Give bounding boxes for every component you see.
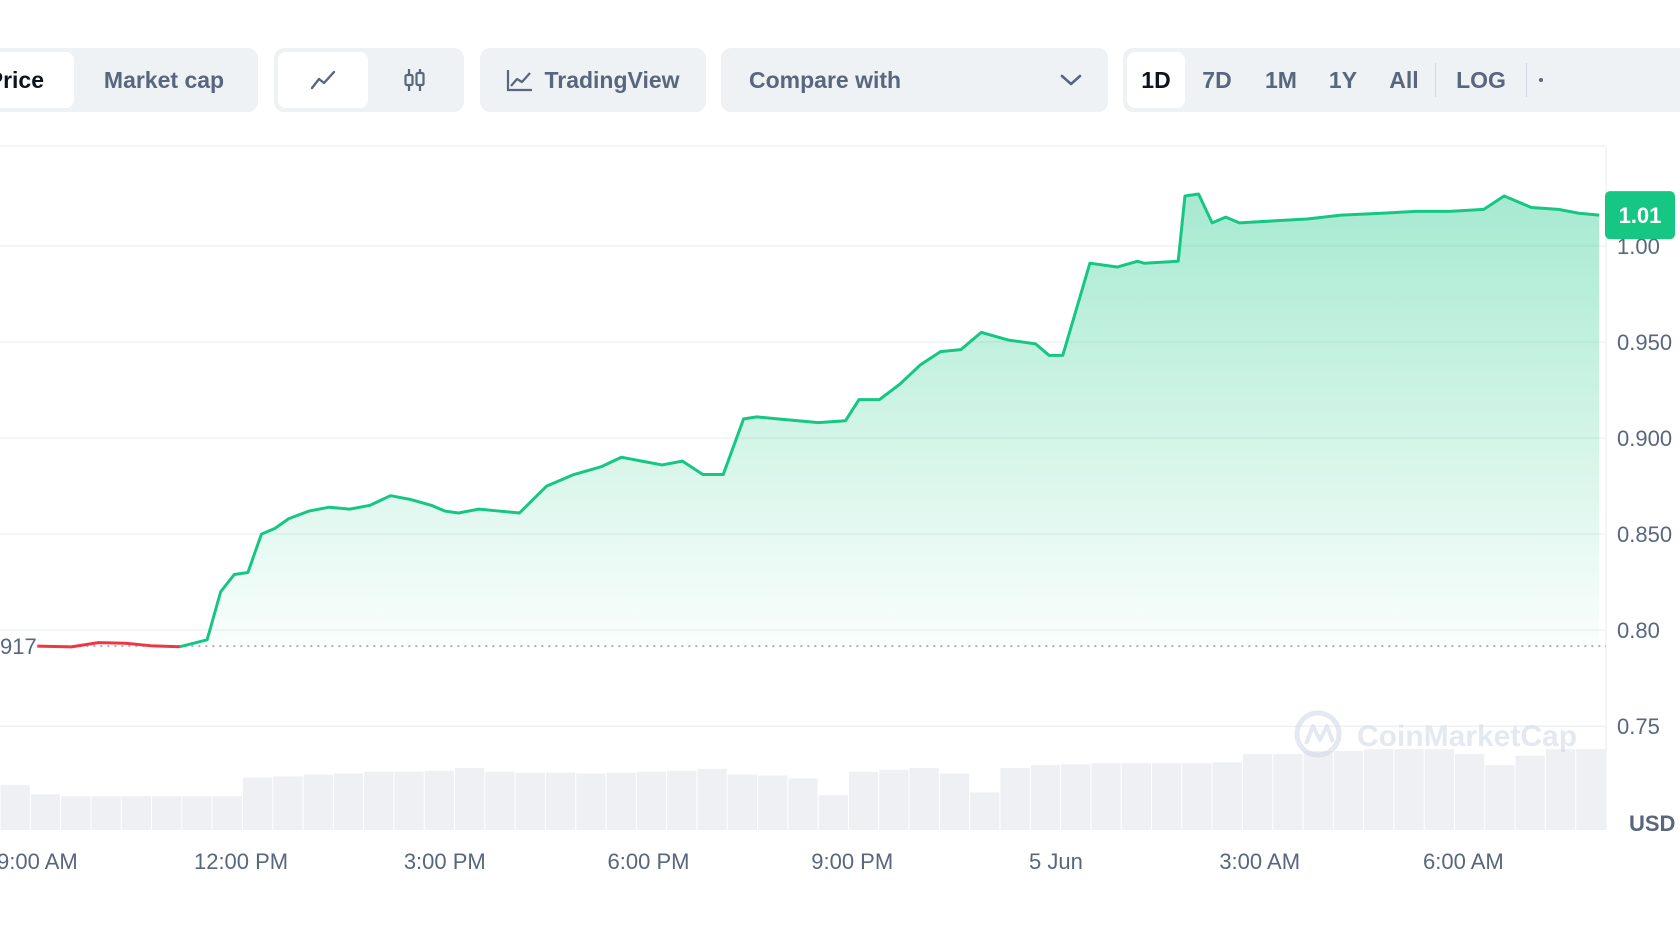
y-tick-label: 0.900 xyxy=(1617,426,1672,451)
y-axis: 0.750.800.8500.9000.9501.00 xyxy=(1617,234,1672,739)
y-tick-label: 0.75 xyxy=(1617,714,1660,739)
volume-bar xyxy=(727,774,758,830)
volume-bar xyxy=(909,767,939,830)
volume-bars xyxy=(0,749,1606,830)
volume-bar xyxy=(1061,764,1091,830)
volume-bar xyxy=(1303,751,1333,830)
volume-bar xyxy=(879,769,909,830)
volume-bar xyxy=(1121,763,1151,830)
volume-bar xyxy=(758,775,788,830)
volume-bar xyxy=(61,796,91,830)
y-tick-label: 0.80 xyxy=(1617,618,1660,643)
currency-label: USD xyxy=(1629,811,1675,836)
volume-bar xyxy=(91,796,121,830)
volume-bar xyxy=(697,768,727,830)
volume-bar xyxy=(455,767,485,830)
volume-bar xyxy=(333,773,364,830)
volume-bar xyxy=(1576,749,1606,830)
x-tick-label: 9:00 AM xyxy=(0,849,78,874)
volume-bar xyxy=(1242,753,1273,830)
volume-bar xyxy=(1091,763,1121,830)
volume-bar xyxy=(364,771,394,830)
volume-bar xyxy=(939,773,970,830)
volume-bar xyxy=(1212,762,1242,830)
volume-bar xyxy=(970,792,1000,830)
current-price-badge: 1.01 xyxy=(1605,191,1675,240)
volume-bar xyxy=(818,795,848,830)
volume-bar xyxy=(0,784,30,830)
watermark-text: CoinMarketCap xyxy=(1357,720,1577,753)
volume-bar xyxy=(394,771,424,830)
x-tick-label: 12:00 PM xyxy=(194,849,288,874)
open-price-label: 917 xyxy=(0,634,37,659)
volume-bar xyxy=(636,771,667,830)
volume-bar xyxy=(121,796,152,830)
volume-bar xyxy=(30,794,61,830)
x-tick-label: 3:00 PM xyxy=(404,849,486,874)
x-tick-label: 9:00 PM xyxy=(811,849,893,874)
volume-bar xyxy=(303,774,333,830)
x-tick-label: 3:00 AM xyxy=(1219,849,1300,874)
volume-bar xyxy=(1333,751,1364,830)
volume-bar xyxy=(1545,749,1576,830)
volume-bar xyxy=(576,773,606,830)
volume-bar xyxy=(212,796,242,830)
volume-bar xyxy=(424,770,455,830)
price-chart[interactable]: CoinMarketCap 917 0.75 0.80 0.850 0.900 0.95… xyxy=(0,0,1680,944)
volume-bar xyxy=(848,771,879,830)
y-tick-label: 0.850 xyxy=(1617,522,1672,547)
volume-bar xyxy=(1151,763,1182,830)
volume-bar xyxy=(1000,767,1030,830)
volume-bar xyxy=(1394,749,1424,830)
x-tick-label: 6:00 AM xyxy=(1423,849,1504,874)
volume-bar xyxy=(152,796,182,830)
volume-bar xyxy=(667,770,697,830)
volume-bar xyxy=(1424,749,1454,830)
y-tick-label: 0.950 xyxy=(1617,330,1672,355)
x-tick-label: 6:00 PM xyxy=(608,849,690,874)
current-price-text: 1.01 xyxy=(1619,203,1662,228)
x-tick-label: 5 Jun xyxy=(1029,849,1083,874)
volume-bar xyxy=(1485,765,1515,830)
volume-bar xyxy=(1182,763,1212,830)
volume-bar xyxy=(1515,755,1545,830)
volume-bar xyxy=(606,772,636,830)
volume-bar xyxy=(1454,753,1485,830)
volume-bar xyxy=(242,777,273,830)
volume-bar xyxy=(1030,765,1061,830)
volume-bar xyxy=(1273,753,1303,830)
volume-bar xyxy=(1364,749,1394,830)
x-axis: 9:00 AM 12:00 PM 3:00 PM 6:00 PM 9:00 PM 5 Ju… xyxy=(0,849,1504,874)
volume-bar xyxy=(182,796,212,830)
volume-bar xyxy=(545,772,576,830)
watermark: CoinMarketCap xyxy=(1294,710,1577,758)
volume-bar xyxy=(515,772,545,830)
volume-bar xyxy=(485,771,515,830)
volume-bar xyxy=(273,776,303,830)
price-area-fill xyxy=(179,194,1600,647)
volume-bar xyxy=(788,778,818,830)
